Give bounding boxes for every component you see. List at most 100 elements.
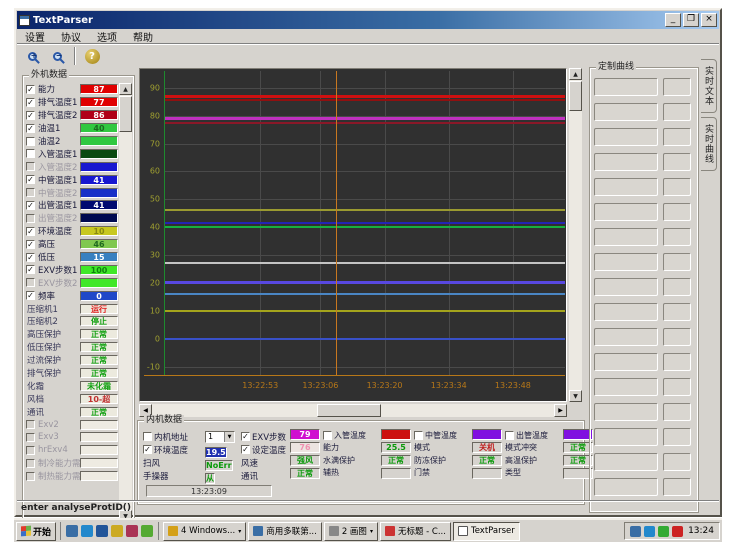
minimize-button[interactable]: _ [665, 13, 681, 27]
custom-curve-button[interactable] [663, 228, 691, 246]
tab-realtime-curve[interactable]: 实时曲线 [701, 117, 717, 171]
item-checkbox[interactable]: ✓ [26, 227, 35, 236]
item-checkbox[interactable] [26, 420, 35, 429]
custom-curve-field[interactable] [594, 128, 658, 146]
custom-curve-field[interactable] [594, 303, 658, 321]
menu-item[interactable]: 设置 [17, 29, 53, 44]
item-checkbox[interactable] [414, 431, 423, 440]
chart-horizontal-scrollbar[interactable]: ◀ ▶ [139, 404, 567, 417]
item-checkbox[interactable]: ✓ [26, 253, 35, 262]
item-checkbox[interactable] [323, 431, 332, 440]
tray-messenger-icon[interactable] [644, 526, 655, 537]
item-checkbox[interactable]: ✓ [26, 291, 35, 300]
item-checkbox[interactable]: ✓ [26, 240, 35, 249]
custom-curve-field[interactable] [594, 178, 658, 196]
item-checkbox[interactable] [26, 188, 35, 197]
custom-curve-field[interactable] [594, 153, 658, 171]
item-checkbox[interactable]: ✓ [26, 175, 35, 184]
custom-curve-button[interactable] [663, 128, 691, 146]
ie-icon[interactable] [66, 525, 78, 537]
item-checkbox[interactable] [26, 472, 35, 481]
close-button[interactable]: × [701, 13, 717, 27]
custom-curve-field[interactable] [594, 78, 658, 96]
item-checkbox[interactable] [26, 214, 35, 223]
custom-curve-button[interactable] [663, 153, 691, 171]
task-button-paint[interactable]: 2 画图▾ [324, 522, 378, 541]
item-checkbox[interactable]: ✓ [26, 265, 35, 274]
custom-curve-field[interactable] [594, 403, 658, 421]
task-button-flash[interactable]: 无标题 - C... [380, 522, 451, 541]
media-icon[interactable] [141, 525, 153, 537]
custom-curve-button[interactable] [663, 328, 691, 346]
chart-vertical-scrollbar[interactable]: ▲ ▼ [569, 68, 582, 402]
titlebar[interactable]: TextParser _ ❐ × [17, 11, 719, 29]
custom-curve-button[interactable] [663, 253, 691, 271]
item-checkbox[interactable]: ✓ [143, 445, 152, 454]
custom-curve-button[interactable] [663, 103, 691, 121]
item-checkbox[interactable] [26, 433, 35, 442]
item-checkbox[interactable] [26, 278, 35, 287]
chart-cursor-line[interactable] [336, 71, 337, 375]
task-button-ie[interactable]: 商用多联第... [248, 522, 322, 541]
outdoor-scrollbar[interactable]: ▲ ▼ [119, 83, 132, 522]
item-checkbox[interactable]: ✓ [26, 98, 35, 107]
custom-curve-field[interactable] [594, 278, 658, 296]
task-button-folder[interactable]: 4 Windows...▾ [163, 522, 246, 541]
custom-curve-button[interactable] [663, 478, 691, 496]
custom-curve-field[interactable] [594, 428, 658, 446]
custom-curve-button[interactable] [663, 203, 691, 221]
custom-curve-field[interactable] [594, 103, 658, 121]
chart-scroll-down-icon[interactable]: ▼ [569, 390, 582, 402]
browser-icon[interactable] [81, 525, 93, 537]
security-icon[interactable] [126, 525, 138, 537]
tray-updater-icon[interactable] [630, 526, 641, 537]
scroll-up-icon[interactable]: ▲ [119, 83, 132, 95]
item-checkbox[interactable] [26, 446, 35, 455]
zoom-out-button[interactable]: − [45, 46, 69, 66]
custom-curve-button[interactable] [663, 353, 691, 371]
mail-icon[interactable] [111, 525, 123, 537]
chart-hscroll-thumb[interactable] [317, 404, 381, 417]
item-checkbox[interactable]: ✓ [241, 445, 250, 454]
custom-curve-button[interactable] [663, 428, 691, 446]
item-checkbox[interactable]: ✓ [26, 124, 35, 133]
item-checkbox[interactable] [26, 137, 35, 146]
custom-curve-field[interactable] [594, 228, 658, 246]
tray-antivirus-icon[interactable] [658, 526, 669, 537]
scroll-thumb[interactable] [119, 96, 132, 132]
task-button-app[interactable]: TextParser [453, 522, 520, 541]
custom-curve-button[interactable] [663, 403, 691, 421]
item-checkbox[interactable] [505, 431, 514, 440]
msn-icon[interactable] [96, 525, 108, 537]
custom-curve-button[interactable] [663, 78, 691, 96]
item-checkbox[interactable]: ✓ [26, 111, 35, 120]
start-button[interactable]: 开始 [16, 522, 56, 541]
chart-scroll-up-icon[interactable]: ▲ [569, 68, 582, 80]
custom-curve-button[interactable] [663, 453, 691, 471]
custom-curve-button[interactable] [663, 303, 691, 321]
custom-curve-button[interactable] [663, 178, 691, 196]
item-checkbox[interactable]: ✓ [26, 201, 35, 210]
trend-chart[interactable]: 1009080706050403020100-1013:22:5313:23:0… [139, 68, 567, 402]
chart-scroll-right-icon[interactable]: ▶ [554, 404, 567, 417]
custom-curve-field[interactable] [594, 328, 658, 346]
custom-curve-field[interactable] [594, 253, 658, 271]
item-checkbox[interactable]: ✓ [26, 85, 35, 94]
custom-curve-field[interactable] [594, 378, 658, 396]
item-checkbox[interactable] [26, 459, 35, 468]
custom-curve-field[interactable] [594, 453, 658, 471]
custom-curve-field[interactable] [594, 353, 658, 371]
zoom-in-button[interactable]: + [20, 46, 44, 66]
menu-item[interactable]: 帮助 [125, 29, 161, 44]
custom-curve-button[interactable] [663, 278, 691, 296]
custom-curve-field[interactable] [594, 478, 658, 496]
item-checkbox[interactable] [26, 162, 35, 171]
menu-item[interactable]: 协议 [53, 29, 89, 44]
help-button[interactable]: ? [80, 46, 104, 66]
chart-vscroll-thumb[interactable] [569, 81, 582, 111]
tab-realtime-text[interactable]: 实时文本 [701, 59, 717, 113]
restore-button[interactable]: ❐ [683, 13, 699, 27]
custom-curve-field[interactable] [594, 203, 658, 221]
item-checkbox[interactable]: ✓ [241, 432, 250, 441]
custom-curve-button[interactable] [663, 378, 691, 396]
